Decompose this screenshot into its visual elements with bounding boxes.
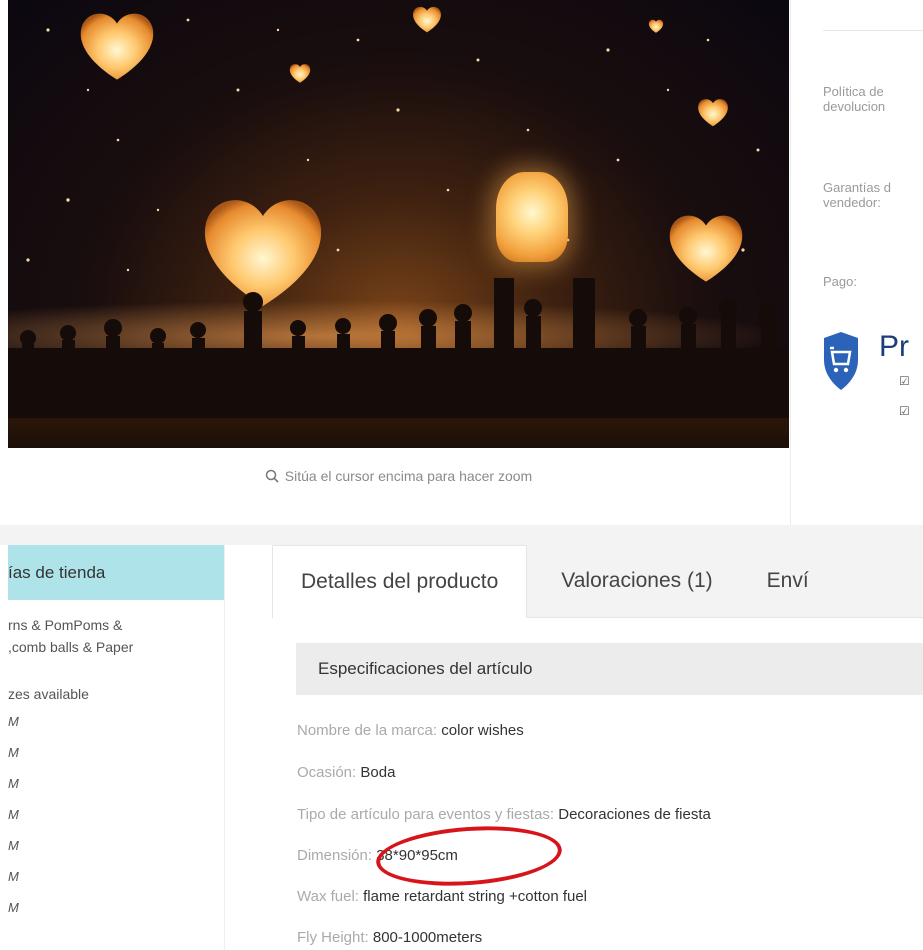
- buyer-protection-shield-icon: [824, 332, 858, 390]
- size-item[interactable]: M: [8, 706, 224, 737]
- spec-value: 800-1000meters: [372, 929, 483, 946]
- store-categories-sidebar: ías de tienda rns & PomPoms & ,comb ball…: [8, 545, 225, 950]
- zoom-hint: Sitúa el cursor encima para hacer zoom: [8, 448, 789, 504]
- size-item[interactable]: M: [8, 737, 224, 768]
- size-item[interactable]: M: [8, 799, 224, 830]
- spec-wax-fuel: Wax fuel: flame retardant string +cotton…: [297, 888, 587, 905]
- product-tabs: Detalles del producto Valoraciones (1) E…: [272, 545, 923, 618]
- purchase-info-panel: Política de devolucion Garantías d vende…: [790, 0, 923, 525]
- checkbox-icon: ☑: [899, 374, 910, 388]
- buyer-protection-title: Pr: [879, 330, 909, 363]
- spec-occasion: Ocasión: Boda: [297, 764, 395, 781]
- heart-lantern-right: [669, 215, 743, 282]
- spec-label: Ocasión:: [297, 764, 361, 781]
- product-image[interactable]: [8, 0, 789, 448]
- store-categories-header: ías de tienda: [8, 545, 224, 600]
- search-icon: [265, 469, 279, 483]
- section-separator: [0, 525, 923, 545]
- return-policy-label: Política de devolucion: [823, 84, 886, 114]
- heart-lantern-top-right: [648, 19, 664, 33]
- category-link[interactable]: rns & PomPoms & ,comb balls & Paper: [8, 614, 224, 658]
- spec-value: Boda: [360, 764, 396, 781]
- size-item[interactable]: M: [8, 830, 224, 861]
- heart-lantern-small-1: [289, 64, 311, 83]
- spec-value: flame retardant string +cotton fuel: [363, 888, 588, 905]
- item-specifics-header: Especificaciones del artículo: [296, 643, 923, 695]
- size-item[interactable]: M: [8, 892, 224, 923]
- spec-brand: Nombre de la marca: color wishes: [297, 722, 524, 739]
- payment-label: Pago:: [823, 274, 857, 289]
- heart-lantern-small-2: [698, 99, 728, 127]
- checkbox-icon: ☑: [899, 404, 910, 418]
- annotation-red-circle: [374, 820, 564, 892]
- sizes-available-label: zes available: [8, 686, 89, 702]
- spec-label: Dimensión:: [297, 847, 377, 864]
- spec-label: Wax fuel:: [297, 888, 364, 905]
- spec-label: Fly Height:: [297, 929, 373, 946]
- heart-lantern-top-center: [413, 6, 441, 33]
- spec-value: color wishes: [441, 722, 524, 739]
- size-list: M M M M M M M: [8, 706, 224, 923]
- tab-shipping[interactable]: Enví: [747, 545, 809, 617]
- spec-value: Decoraciones de fiesta: [558, 806, 711, 823]
- spec-label: Nombre de la marca:: [297, 722, 442, 739]
- spec-fly-height: Fly Height: 800-1000meters: [297, 929, 482, 946]
- tab-reviews[interactable]: Valoraciones (1): [527, 545, 746, 617]
- held-lantern: [496, 172, 568, 262]
- heart-lantern-top-left: [80, 13, 154, 80]
- size-item[interactable]: M: [8, 861, 224, 892]
- spec-event-type: Tipo de artículo para eventos y fiestas:…: [297, 806, 711, 823]
- zoom-hint-text: Sitúa el cursor encima para hacer zoom: [284, 468, 533, 484]
- tab-product-details[interactable]: Detalles del producto: [272, 545, 528, 618]
- divider: [823, 30, 923, 31]
- size-item[interactable]: M: [8, 768, 224, 799]
- crowd-silhouette: [8, 278, 789, 418]
- seller-guarantee-label: Garantías d vendedor:: [823, 180, 891, 210]
- spec-label: Tipo de artículo para eventos y fiestas:: [297, 806, 559, 823]
